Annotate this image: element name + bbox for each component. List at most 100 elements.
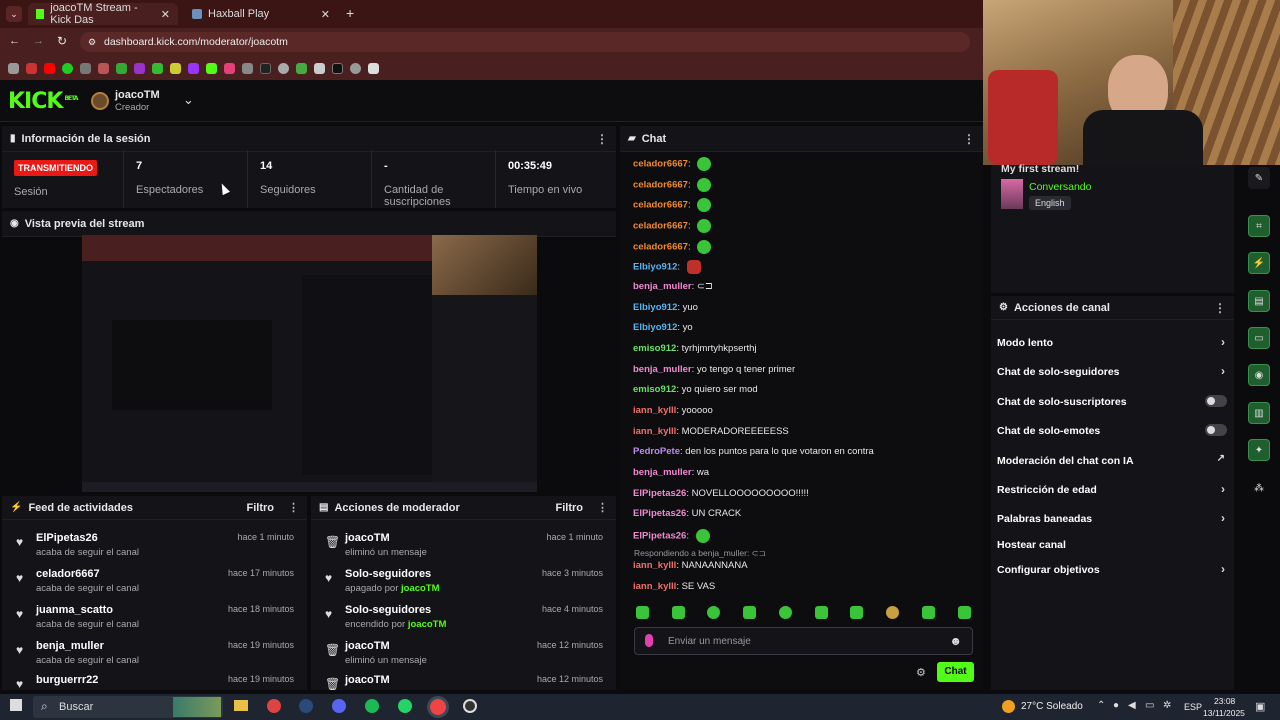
close-icon[interactable]: ✕ (161, 8, 170, 21)
broadcast-icon[interactable]: ◉ (1248, 364, 1270, 386)
emote-quick-icon[interactable] (636, 606, 649, 619)
stream-preview-video[interactable] (82, 235, 537, 492)
windows-start-icon[interactable] (10, 699, 22, 711)
youtube-icon[interactable] (44, 62, 55, 74)
tiktok-icon[interactable] (260, 62, 271, 74)
action-age-restriction[interactable]: Restricción de edad › (997, 482, 1229, 496)
more-icon[interactable]: ⋮ (1214, 301, 1226, 315)
notification-icon[interactable]: ▣ (1255, 700, 1265, 713)
more-icon[interactable]: ⋮ (597, 501, 608, 514)
emote-quick-icon[interactable] (707, 606, 720, 619)
chat-username[interactable]: benja_muller (633, 281, 692, 292)
filter-button[interactable]: Filtro (556, 502, 584, 514)
weather-text[interactable]: 27°C Soleado (1021, 701, 1083, 712)
clock-date[interactable]: 13/11/2025 (1203, 708, 1245, 718)
chat-username[interactable]: ElPipetas26 (633, 531, 686, 542)
chat-username[interactable]: celador6667 (633, 180, 688, 191)
tab-kick-dashboard[interactable]: joacoTM Stream - Kick Das ✕ (28, 2, 178, 26)
emote-quick-icon[interactable] (743, 606, 756, 619)
mod-action-by[interactable]: joacoTM (408, 619, 447, 630)
share-icon[interactable]: ⁂ (1248, 477, 1270, 499)
chat-username[interactable]: benja_muller (633, 467, 692, 478)
url-field[interactable]: ⚙ dashboard.kick.com/moderator/joacotm (80, 32, 970, 52)
microphone-icon[interactable] (645, 634, 653, 647)
bookmark-icon[interactable] (296, 62, 307, 74)
more-icon[interactable]: ⋮ (288, 501, 299, 514)
chat-username[interactable]: celador6667 (633, 221, 688, 232)
feed-user[interactable]: juanma_scatto (36, 604, 113, 616)
action-banned-words[interactable]: Palabras baneadas › (997, 511, 1229, 525)
whatsapp-icon[interactable] (398, 699, 412, 713)
bookmark-icon[interactable] (314, 62, 325, 74)
chat-username[interactable]: iann_kylll (633, 426, 676, 437)
more-icon[interactable]: ⋮ (596, 132, 608, 146)
filter-button[interactable]: Filtro (247, 502, 275, 514)
instagram-icon[interactable] (224, 62, 235, 74)
bookmark-icon[interactable] (98, 62, 109, 74)
chat-username[interactable]: celador6667 (633, 200, 688, 211)
bookmark-icon[interactable] (170, 62, 181, 74)
bookmark-icon[interactable] (242, 62, 253, 74)
bookmark-icon[interactable] (278, 62, 289, 74)
action-slow-mode[interactable]: Modo lento › (997, 335, 1229, 349)
action-host-channel[interactable]: Hostear canal (997, 539, 1229, 551)
tab-haxball[interactable]: Haxball Play ✕ (184, 3, 338, 25)
wrench-icon[interactable]: ✦ (1248, 439, 1270, 461)
whatsapp-icon[interactable] (62, 62, 73, 74)
feed-user[interactable]: ElPipetas26 (36, 532, 98, 544)
feed-user[interactable]: celador6667 (36, 568, 100, 580)
language-indicator[interactable]: ESP (1184, 702, 1202, 712)
gear-icon[interactable]: ⚙ (916, 666, 926, 679)
send-chat-button[interactable]: Chat (937, 662, 974, 682)
chat-username[interactable]: PedroPete (633, 446, 680, 457)
discord-icon[interactable] (332, 699, 346, 713)
network-icon[interactable]: ▭ (1145, 700, 1154, 711)
emote-quick-icon[interactable] (779, 606, 792, 619)
layout-icon[interactable]: ▥ (1248, 402, 1270, 424)
more-icon[interactable]: ⋮ (963, 132, 975, 146)
kick-icon[interactable] (206, 62, 217, 74)
mod-action-name[interactable]: joacoTM (345, 674, 390, 686)
chrome-icon[interactable] (267, 699, 281, 713)
chat-username[interactable]: iann_kylll (633, 581, 676, 592)
toggle-switch[interactable] (1205, 424, 1227, 436)
mod-action-name[interactable]: joacoTM (345, 532, 390, 544)
chrome-active-icon[interactable] (430, 699, 446, 715)
file-explorer-icon[interactable] (234, 700, 248, 711)
chat-username[interactable]: Elbiyo912 (633, 322, 677, 333)
document-icon[interactable]: ▤ (1248, 290, 1270, 312)
chat-username[interactable]: emiso912 (633, 384, 676, 395)
tab-list-icon[interactable]: ⌄ (6, 6, 22, 22)
lightning-icon[interactable]: ⚡ (1248, 252, 1270, 274)
kick-logo[interactable]: KICK BETA (8, 89, 78, 114)
close-icon[interactable]: ✕ (321, 8, 330, 21)
chat-username[interactable]: celador6667 (633, 242, 688, 253)
chat-icon[interactable]: ▭ (1248, 327, 1270, 349)
emote-quick-icon[interactable] (850, 606, 863, 619)
back-icon[interactable]: ← (9, 35, 20, 47)
forward-icon[interactable]: → (33, 35, 44, 47)
feed-user[interactable]: benja_muller (36, 640, 104, 652)
microphone-tray-icon[interactable]: ● (1113, 700, 1119, 711)
action-goals[interactable]: Configurar objetivos › (997, 562, 1229, 576)
chat-username[interactable]: Elbiyo912 (633, 302, 677, 313)
reload-icon[interactable]: ↻ (57, 34, 67, 48)
chat-username[interactable]: iann_kylll (633, 405, 676, 416)
steam-icon[interactable] (299, 699, 313, 713)
chat-username[interactable]: ElPipetas26 (633, 488, 686, 499)
bookmark-icon[interactable] (116, 62, 127, 74)
mod-action-by[interactable]: joacoTM (401, 583, 440, 594)
chat-username[interactable]: benja_muller (633, 364, 692, 375)
bookmark-icon[interactable] (350, 62, 361, 74)
chevron-down-icon[interactable]: ⌄ (183, 92, 194, 108)
taskbar-search[interactable]: ⌕ Buscar (33, 696, 223, 718)
feed-user[interactable]: burguerrr22 (36, 674, 98, 686)
edit-icon[interactable]: ✎ (1248, 167, 1270, 189)
chat-username[interactable]: emiso912 (633, 343, 676, 354)
emote-quick-icon[interactable] (886, 606, 899, 619)
spotify-icon[interactable] (365, 699, 379, 713)
bookmark-icon[interactable] (80, 62, 91, 74)
obs-icon[interactable] (463, 699, 477, 713)
x-icon[interactable] (332, 62, 343, 74)
chat-input[interactable]: Enviar un mensaje ☻ (634, 627, 973, 655)
